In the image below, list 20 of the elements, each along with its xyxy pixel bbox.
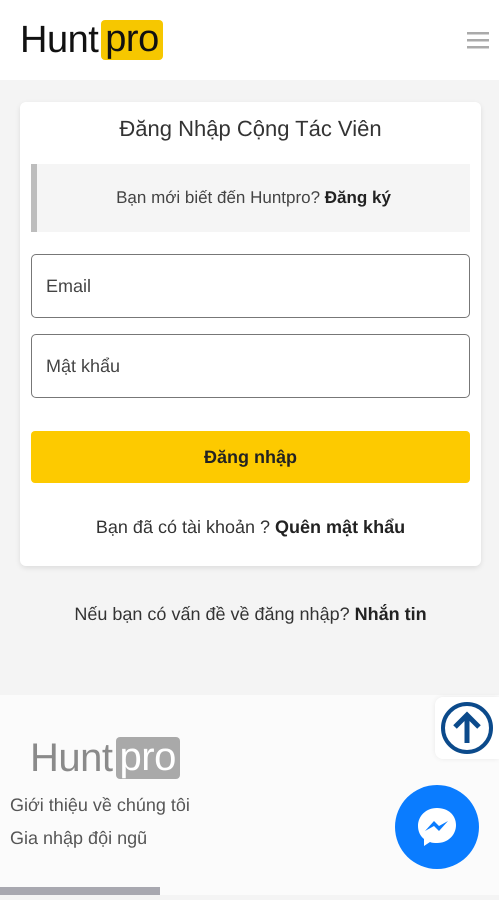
menu-icon[interactable] <box>467 31 489 49</box>
logo-badge: pro <box>101 20 163 60</box>
input-field[interactable]: Email <box>31 254 470 318</box>
scroll-top-button[interactable] <box>435 697 499 759</box>
card-title: Đăng Nhập Cộng Tác Viên <box>118 116 383 142</box>
signup-link[interactable]: Đăng ký <box>324 188 391 207</box>
logo-badge: pro <box>116 737 180 779</box>
forgot-link[interactable]: Quên mật khẩu <box>275 517 406 537</box>
message-link[interactable]: Nhắn tin <box>354 604 427 624</box>
messenger-icon <box>415 805 459 849</box>
logo-word: Hunt <box>20 21 98 59</box>
input-field[interactable]: Mật khẩu <box>31 334 470 398</box>
forgot-text: Bạn đã có tài khoản ? Quên mật khẩu <box>94 517 406 538</box>
logo-word: Hunt <box>30 738 112 778</box>
arrow-up-icon <box>440 701 494 755</box>
footer-link[interactable]: Gia nhập đội ngũ <box>10 828 499 849</box>
login-button[interactable]: Đăng nhập <box>31 431 470 483</box>
footer-link[interactable]: Giới thiệu về chúng tôi <box>10 795 499 816</box>
help-text: Nếu bạn có vấn đề về đăng nhập? Nhắn tin <box>73 604 428 625</box>
signup-notice: Bạn mới biết đến Huntpro? Đăng ký <box>31 164 470 232</box>
